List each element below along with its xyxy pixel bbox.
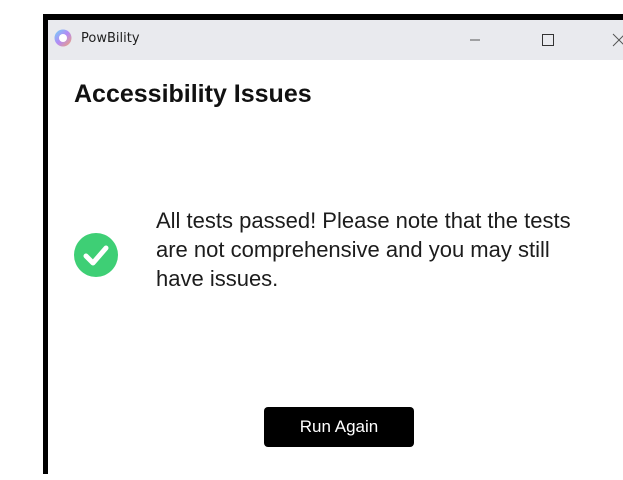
maximize-icon xyxy=(542,34,554,46)
close-icon xyxy=(612,33,623,47)
minimize-icon xyxy=(470,39,480,41)
check-circle-icon xyxy=(74,233,118,277)
page-title: Accessibility Issues xyxy=(74,80,312,108)
status-message: All tests passed! Please note that the t… xyxy=(156,208,571,291)
app-window: PowBility Accessibility Issues All tests… xyxy=(48,20,623,480)
run-again-button[interactable]: Run Again xyxy=(264,407,414,447)
minimize-button[interactable] xyxy=(452,20,498,60)
title-bar[interactable]: PowBility xyxy=(48,20,623,60)
close-button[interactable] xyxy=(596,20,623,60)
app-title: PowBility xyxy=(81,31,140,46)
app-logo-icon xyxy=(54,29,72,47)
maximize-button[interactable] xyxy=(525,20,571,60)
